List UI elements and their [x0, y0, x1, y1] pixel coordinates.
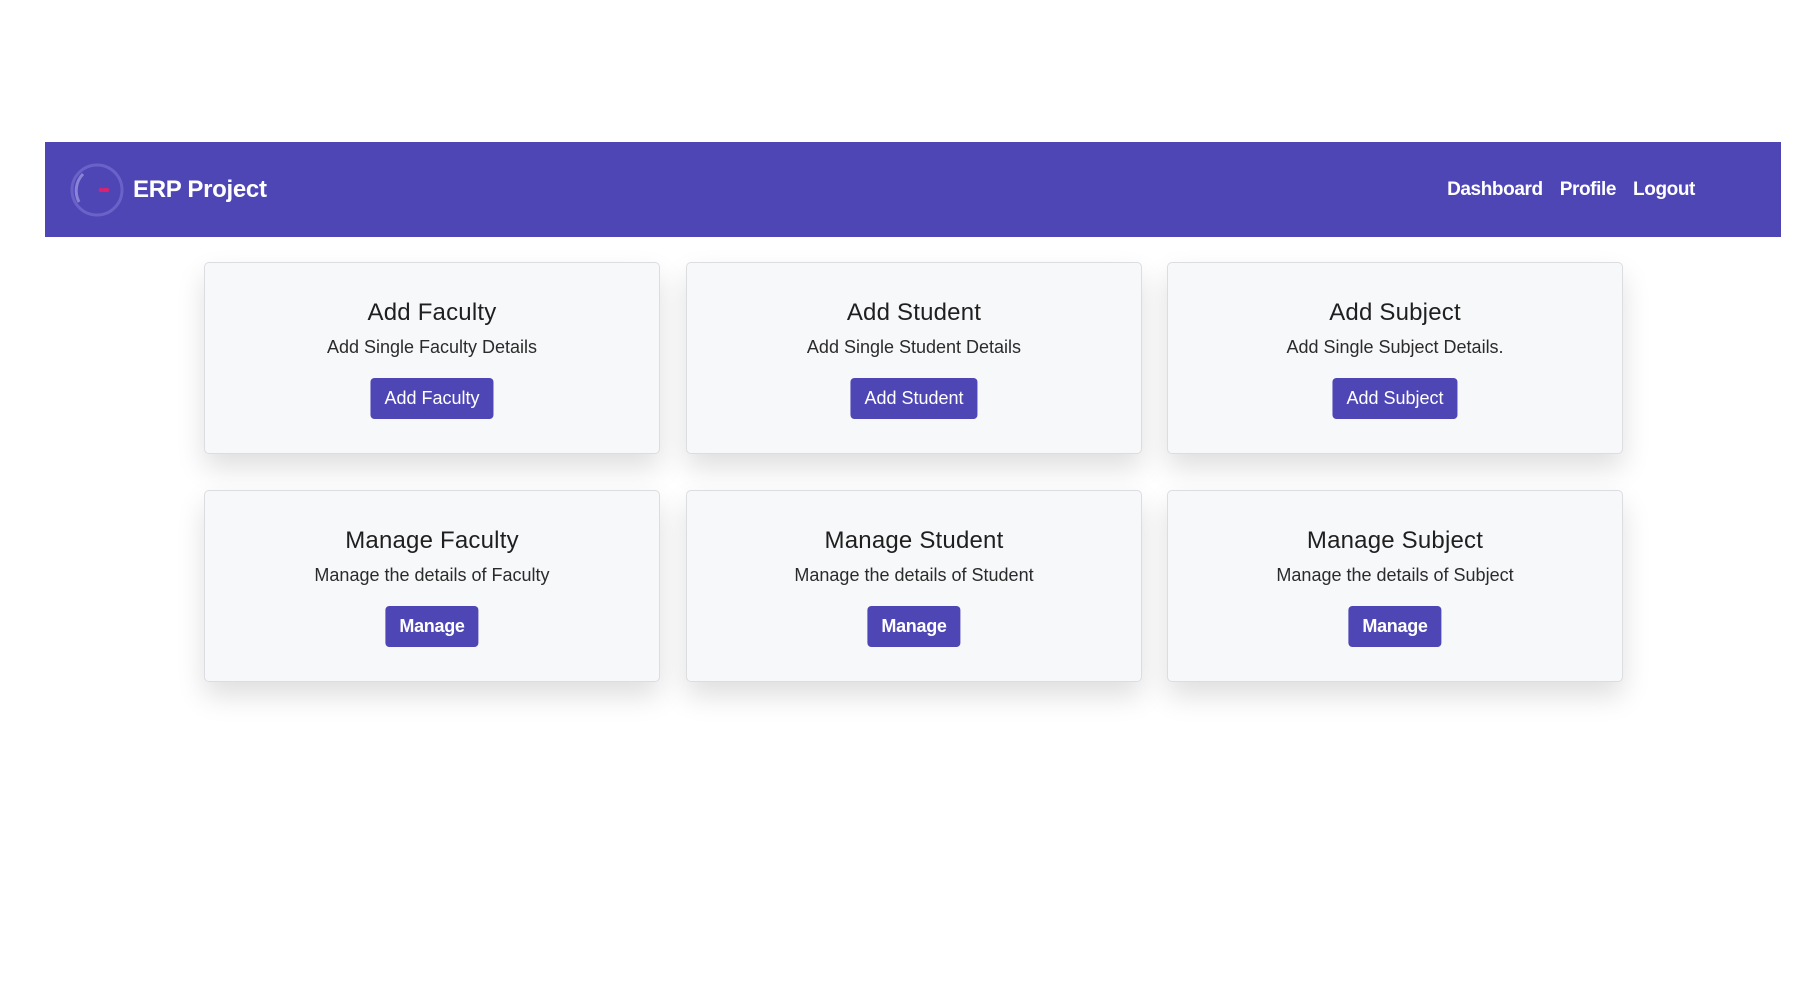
card-title: Add Student — [846, 299, 982, 326]
card-title: Manage Subject — [1306, 527, 1484, 554]
brand[interactable]: ERP Project — [69, 162, 267, 218]
card-add-faculty: Add Faculty Add Single Faculty Details A… — [204, 262, 660, 454]
card-description: Add Single Subject Details. — [1286, 337, 1504, 357]
card-description: Manage the details of Subject — [1276, 565, 1514, 585]
manage-subject-button[interactable]: Manage — [1348, 606, 1442, 647]
card-manage-subject: Manage Subject Manage the details of Sub… — [1167, 490, 1623, 682]
card-manage-student: Manage Student Manage the details of Stu… — [686, 490, 1142, 682]
manage-faculty-button[interactable]: Manage — [385, 606, 479, 647]
card-title: Add Faculty — [367, 299, 497, 326]
add-subject-button[interactable]: Add Subject — [1332, 378, 1458, 419]
card-title: Manage Student — [824, 527, 1004, 554]
top-navbar: ERP Project Dashboard Profile Logout — [45, 142, 1781, 237]
nav-links: Dashboard Profile Logout — [1447, 142, 1695, 237]
card-title: Manage Faculty — [345, 527, 519, 554]
card-add-subject: Add Subject Add Single Subject Details. … — [1167, 262, 1623, 454]
brand-title: ERP Project — [133, 176, 267, 203]
manage-student-button[interactable]: Manage — [867, 606, 961, 647]
card-add-student: Add Student Add Single Student Details A… — [686, 262, 1142, 454]
add-faculty-button[interactable]: Add Faculty — [370, 378, 494, 419]
card-title: Add Subject — [1329, 299, 1461, 326]
add-student-button[interactable]: Add Student — [850, 378, 978, 419]
nav-profile-link[interactable]: Profile — [1560, 179, 1617, 201]
nav-logout-link[interactable]: Logout — [1633, 179, 1695, 201]
nav-dashboard-link[interactable]: Dashboard — [1447, 179, 1543, 201]
card-description: Add Single Student Details — [806, 337, 1022, 357]
erp-logo-icon — [70, 163, 124, 217]
card-description: Add Single Faculty Details — [326, 337, 538, 357]
card-description: Manage the details of Student — [794, 565, 1034, 585]
card-manage-faculty: Manage Faculty Manage the details of Fac… — [204, 490, 660, 682]
card-description: Manage the details of Faculty — [314, 565, 550, 585]
